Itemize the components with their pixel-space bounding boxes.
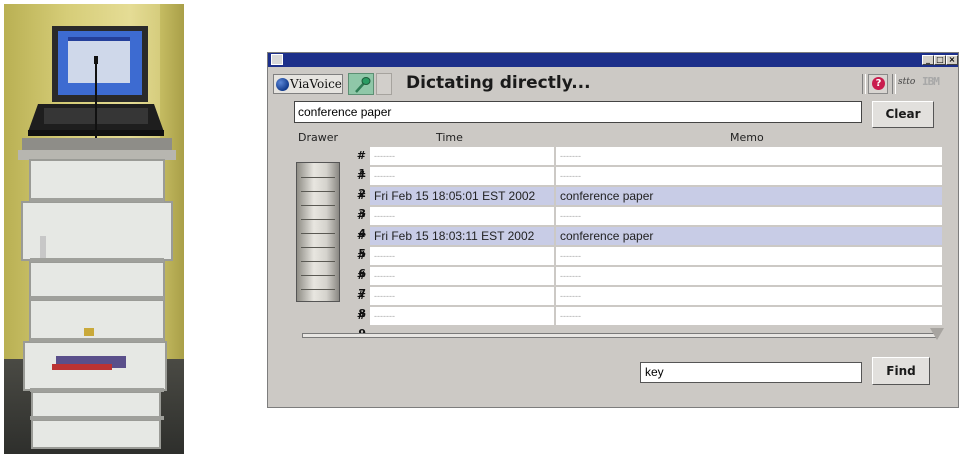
row-number: # 4	[356, 209, 366, 240]
title-bar[interactable]: _ □ ×	[268, 53, 958, 67]
time-cell[interactable]: Fri Feb 15 18:05:01 EST 2002	[370, 187, 554, 205]
ibm-logo: IBM	[922, 75, 940, 88]
viavoice-window: _ □ × ViaVoice Dictating directly... ? s…	[267, 52, 959, 408]
row-number: # 7	[356, 269, 366, 300]
microphone-button[interactable]	[348, 73, 374, 95]
find-input[interactable]: key	[640, 362, 862, 383]
row-number: # 6	[356, 249, 366, 280]
drawer-cart-thumbnail	[296, 162, 340, 302]
row-number: # 2	[356, 169, 366, 200]
column-header-memo: Memo	[730, 131, 764, 144]
toolbar: ViaVoice Dictating directly... ? stto IB…	[268, 70, 958, 100]
row-number: # 1	[356, 149, 366, 180]
row-number: # 8	[356, 289, 366, 320]
row-number: # 9	[356, 309, 366, 340]
memo-cell[interactable]: -------	[556, 147, 942, 165]
photo-drawer-cart	[4, 4, 184, 454]
column-header-time: Time	[436, 131, 463, 144]
memo-cell[interactable]: -------	[556, 287, 942, 305]
row-number: # 5	[356, 229, 366, 260]
app-icon[interactable]	[271, 54, 283, 65]
viavoice-logo-button[interactable]: ViaVoice	[273, 74, 343, 94]
memo-cell[interactable]: -------	[556, 207, 942, 225]
globe-icon	[276, 78, 289, 91]
close-icon[interactable]: ×	[946, 55, 958, 65]
memo-cell[interactable]: conference paper	[556, 227, 942, 245]
find-button[interactable]: Find	[872, 357, 930, 385]
slider-track[interactable]	[302, 333, 938, 338]
toolbar-separator	[892, 74, 896, 94]
help-button[interactable]: ?	[868, 74, 888, 94]
maximize-icon[interactable]: □	[934, 55, 946, 65]
time-cell[interactable]: -------	[370, 287, 554, 305]
minimize-icon[interactable]: _	[922, 55, 934, 65]
time-cell[interactable]: -------	[370, 307, 554, 325]
slider-thumb[interactable]	[930, 328, 944, 340]
viavoice-logo-text: ViaVoice	[290, 77, 342, 91]
memo-cell[interactable]: -------	[556, 267, 942, 285]
toolbar-button-blank[interactable]	[376, 73, 392, 95]
memo-cell[interactable]: -------	[556, 247, 942, 265]
column-header-drawer: Drawer	[298, 131, 339, 144]
time-cell[interactable]: Fri Feb 15 18:03:11 EST 2002	[370, 227, 554, 245]
dictation-status: Dictating directly...	[406, 73, 591, 93]
memo-cell[interactable]: -------	[556, 167, 942, 185]
brand-logo-small: stto	[898, 77, 916, 87]
search-input[interactable]: conference paper	[294, 101, 862, 123]
memo-cell[interactable]: -------	[556, 307, 942, 325]
time-cell[interactable]: -------	[370, 167, 554, 185]
photo-illustration	[18, 26, 176, 449]
microphone-icon	[355, 77, 371, 93]
time-cell[interactable]: -------	[370, 267, 554, 285]
time-cell[interactable]: -------	[370, 207, 554, 225]
time-cell[interactable]: -------	[370, 147, 554, 165]
help-icon: ?	[872, 77, 885, 90]
memo-cell[interactable]: conference paper	[556, 187, 942, 205]
row-number: # 3	[356, 189, 366, 220]
time-cell[interactable]: -------	[370, 247, 554, 265]
clear-button[interactable]: Clear	[872, 101, 934, 128]
toolbar-separator	[862, 74, 866, 94]
